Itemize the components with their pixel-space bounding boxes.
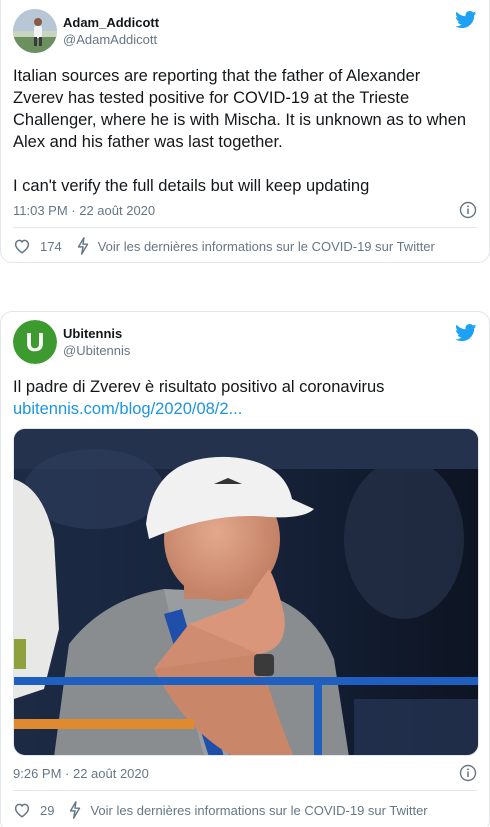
- covid-info-link[interactable]: Voir les dernières informations sur le C…: [90, 803, 427, 818]
- tweet-media[interactable]: [13, 428, 479, 756]
- tweet-paragraph: I can't verify the full details but will…: [13, 177, 370, 195]
- profile-photo-icon: [13, 9, 57, 53]
- avatar[interactable]: [13, 9, 57, 53]
- tweet-body: Il padre di Zverev è risultato positivo …: [13, 378, 385, 396]
- tweet-card[interactable]: Adam_Addicott @AdamAddicott Italian sour…: [0, 0, 490, 263]
- like-count: 29: [40, 802, 55, 818]
- divider: [13, 790, 477, 791]
- display-name[interactable]: Ubitennis: [63, 325, 130, 342]
- user-handle[interactable]: @AdamAddicott: [63, 31, 159, 48]
- tweet-paragraph: Italian sources are reporting that the f…: [13, 67, 467, 151]
- article-link[interactable]: ubitennis.com/blog/2020/08/2...: [13, 398, 473, 420]
- tweet-card[interactable]: U Ubitennis @Ubitennis Il padre di Zvere…: [0, 311, 490, 827]
- info-icon[interactable]: [459, 764, 477, 782]
- heart-icon[interactable]: [13, 237, 31, 255]
- tweet-timestamp[interactable]: 9:26 PM · 22 août 2020: [13, 766, 149, 781]
- covid-info-link[interactable]: Voir les dernières informations sur le C…: [98, 239, 435, 254]
- info-icon[interactable]: [459, 201, 477, 219]
- divider: [13, 227, 477, 228]
- like-count: 174: [40, 238, 62, 254]
- tweet-text: Italian sources are reporting that the f…: [13, 65, 473, 197]
- tweet-timestamp[interactable]: 11:03 PM · 22 août 2020: [13, 203, 155, 218]
- twitter-bird-icon[interactable]: [455, 324, 477, 342]
- tweet-header: U Ubitennis @Ubitennis: [13, 320, 130, 364]
- display-name[interactable]: Adam_Addicott: [63, 14, 159, 31]
- avatar-letter: U: [26, 327, 45, 357]
- heart-icon[interactable]: [13, 801, 31, 819]
- avatar[interactable]: U: [13, 320, 57, 364]
- photo-man-in-white-cap-icon: [14, 429, 478, 755]
- user-handle[interactable]: @Ubitennis: [63, 342, 130, 359]
- twitter-bird-icon[interactable]: [455, 11, 477, 29]
- lightning-icon: [77, 237, 88, 255]
- tweet-header: Adam_Addicott @AdamAddicott: [13, 9, 159, 53]
- tweet-text: Il padre di Zverev è risultato positivo …: [13, 376, 473, 420]
- lightning-icon: [70, 801, 81, 819]
